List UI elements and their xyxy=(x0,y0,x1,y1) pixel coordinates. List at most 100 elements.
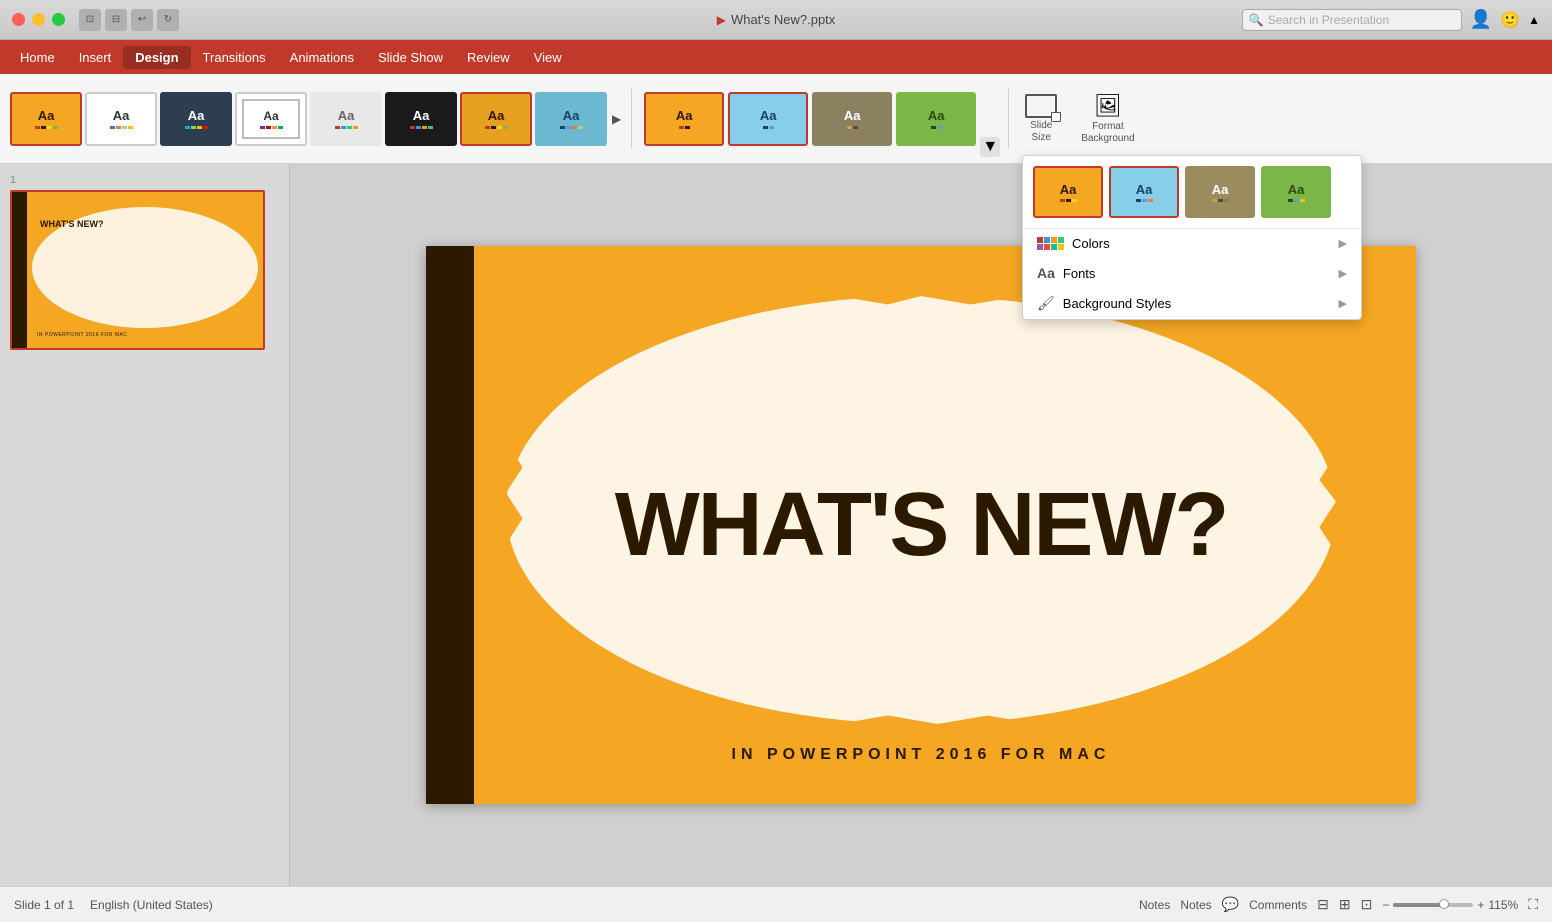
status-right-area: Notes Notes 💬 Comments ⊟ ⊞ ⊡ − + 115% ⛶ xyxy=(1139,896,1538,913)
slide-panel: 1 WHAT'S NEW? IN POWERPOINT 2016 FOR MAC xyxy=(0,164,290,886)
theme-thumb-6[interactable]: Aa xyxy=(385,92,457,146)
menu-design[interactable]: Design xyxy=(123,46,190,69)
menu-insert[interactable]: Insert xyxy=(67,46,124,69)
popup-menu-colors[interactable]: Colors ▶ xyxy=(1023,229,1361,258)
save-icon[interactable]: ⊟ xyxy=(105,9,127,31)
theme-thumb-7[interactable]: Aa xyxy=(460,92,532,146)
slide-thumbnail-image: WHAT'S NEW? IN POWERPOINT 2016 FOR MAC xyxy=(10,190,265,350)
notes-label-text: Notes xyxy=(1180,898,1211,912)
theme-thumb-3[interactable]: Aa xyxy=(160,92,232,146)
minimize-button[interactable] xyxy=(32,13,45,26)
extra-theme-thumbs: Aa Aa Aa xyxy=(644,92,976,146)
theme-thumb-4[interactable]: Aa xyxy=(235,92,307,146)
menu-review[interactable]: Review xyxy=(455,46,522,69)
slide-1-thumbnail[interactable]: 1 WHAT'S NEW? IN POWERPOINT 2016 FOR MAC xyxy=(10,174,279,350)
design-ribbon: Aa Aa xyxy=(0,74,1552,164)
file-icon[interactable]: ⊡ xyxy=(79,9,101,31)
bg-styles-arrow-icon: ▶ xyxy=(1339,297,1347,310)
popup-background-label: Background Styles xyxy=(1063,296,1171,311)
language-label: English (United States) xyxy=(90,898,213,912)
popup-themes-row: Aa Aa Aa xyxy=(1023,156,1361,229)
theme-thumb-8[interactable]: Aa xyxy=(535,92,607,146)
theme-thumbnails-group: Aa Aa xyxy=(10,92,623,146)
canvas-area: WHAT'S NEW? IN POWERPOINT 2016 FOR MAC xyxy=(290,164,1552,886)
slide-thumb-bar xyxy=(12,192,27,348)
account-icon[interactable]: 👤 xyxy=(1470,9,1492,30)
reading-view-icon[interactable]: ⊡ xyxy=(1361,896,1373,913)
extra-theme-3[interactable]: Aa xyxy=(812,92,892,146)
emoji-icon[interactable]: 🙂 xyxy=(1500,10,1520,30)
popup-fonts-label: Fonts xyxy=(1063,266,1096,281)
search-bar[interactable]: 🔍 Search in Presentation xyxy=(1242,9,1462,31)
menu-view[interactable]: View xyxy=(522,46,574,69)
comments-icon: 💬 xyxy=(1222,896,1239,913)
popup-menu-background-styles[interactable]: 🖌 Background Styles ▶ xyxy=(1023,288,1361,319)
grid-view-icon[interactable]: ⊞ xyxy=(1339,896,1351,913)
menu-slideshow[interactable]: Slide Show xyxy=(366,46,455,69)
menu-home[interactable]: Home xyxy=(8,46,67,69)
search-placeholder: Search in Presentation xyxy=(1268,13,1389,27)
zoom-level-label: 115% xyxy=(1488,898,1518,912)
zoom-control: − + 115% xyxy=(1382,898,1518,912)
popup-theme-4[interactable]: Aa xyxy=(1261,166,1331,218)
popup-theme-3[interactable]: Aa xyxy=(1185,166,1255,218)
canvas-left-bar xyxy=(426,246,474,804)
redo-icon[interactable]: ↻ xyxy=(157,9,179,31)
themes-dropdown-button[interactable]: ▼ xyxy=(980,137,1000,157)
title-right-area: 🔍 Search in Presentation 👤 🙂 ▲ xyxy=(1242,9,1540,31)
zoom-in-icon[interactable]: + xyxy=(1477,898,1484,912)
popup-menu-fonts-left: Aa Fonts xyxy=(1037,265,1095,281)
slide-thumb-subtitle: IN POWERPOINT 2016 FOR MAC xyxy=(37,332,258,338)
popup-theme-1[interactable]: Aa xyxy=(1033,166,1103,218)
slide-size-icon xyxy=(1025,94,1057,118)
zoom-out-icon[interactable]: − xyxy=(1382,898,1389,912)
theme-dropdown-popup: Aa Aa Aa xyxy=(1022,155,1362,320)
extra-theme-2[interactable]: Aa xyxy=(728,92,808,146)
chevron-up-icon[interactable]: ▲ xyxy=(1528,13,1540,27)
slide-thumb-title: WHAT'S NEW? xyxy=(40,220,258,230)
menu-animations[interactable]: Animations xyxy=(278,46,366,69)
popup-menu-bg-left: 🖌 Background Styles xyxy=(1037,295,1171,312)
notes-button[interactable]: Notes xyxy=(1139,898,1170,912)
fonts-icon: Aa xyxy=(1037,265,1055,281)
slide-size-button[interactable]: SlideSize xyxy=(1017,90,1065,148)
extra-theme-1[interactable]: Aa xyxy=(644,92,724,146)
fit-to-window-icon[interactable]: ⛶ xyxy=(1528,896,1538,913)
extra-theme-4[interactable]: Aa xyxy=(896,92,976,146)
slide-main-title[interactable]: WHAT'S NEW? xyxy=(615,480,1228,570)
popup-menu-colors-left: Colors xyxy=(1037,236,1110,251)
theme-thumb-5[interactable]: Aa xyxy=(310,92,382,146)
background-styles-icon: 🖌 xyxy=(1037,295,1055,312)
comments-label-text: Comments xyxy=(1249,898,1307,912)
menu-transitions[interactable]: Transitions xyxy=(191,46,278,69)
slide-size-label: SlideSize xyxy=(1030,120,1052,144)
fonts-arrow-icon: ▶ xyxy=(1339,267,1347,280)
colors-arrow-icon: ▶ xyxy=(1339,237,1347,250)
pptx-icon: ▶ xyxy=(717,13,726,27)
close-button[interactable] xyxy=(12,13,25,26)
normal-view-icon[interactable]: ⊟ xyxy=(1317,896,1329,913)
zoom-slider[interactable] xyxy=(1393,903,1473,907)
slide-canvas[interactable]: WHAT'S NEW? IN POWERPOINT 2016 FOR MAC xyxy=(426,246,1416,804)
popup-colors-label: Colors xyxy=(1072,236,1110,251)
slide-tools-group: SlideSize 🖼 FormatBackground xyxy=(1017,89,1142,149)
ribbon-divider-2 xyxy=(1008,89,1009,149)
format-bg-icon: 🖼 xyxy=(1094,93,1122,119)
toolbar-icons: ⊡ ⊟ ↩ ↻ xyxy=(79,9,179,31)
popup-theme-2[interactable]: Aa xyxy=(1109,166,1179,218)
status-bar: Slide 1 of 1 English (United States) Not… xyxy=(0,886,1552,922)
theme-thumb-1[interactable]: Aa xyxy=(10,92,82,146)
search-icon: 🔍 xyxy=(1249,13,1264,27)
undo-icon[interactable]: ↩ xyxy=(131,9,153,31)
window-title: ▶ What's New?.pptx xyxy=(717,12,836,27)
comments-button[interactable]: 💬 xyxy=(1222,896,1239,913)
theme-thumb-2[interactable]: Aa xyxy=(85,92,157,146)
maximize-button[interactable] xyxy=(52,13,65,26)
colors-icon xyxy=(1037,237,1064,250)
format-background-button[interactable]: 🖼 FormatBackground xyxy=(1073,89,1142,149)
more-themes-button[interactable]: ▶ xyxy=(610,110,623,128)
popup-menu-fonts[interactable]: Aa Fonts ▶ xyxy=(1023,258,1361,288)
slide-subtitle[interactable]: IN POWERPOINT 2016 FOR MAC xyxy=(426,746,1416,764)
menu-bar: Home Insert Design Transitions Animation… xyxy=(0,40,1552,74)
title-bar: ⊡ ⊟ ↩ ↻ ▶ What's New?.pptx 🔍 Search in P… xyxy=(0,0,1552,40)
